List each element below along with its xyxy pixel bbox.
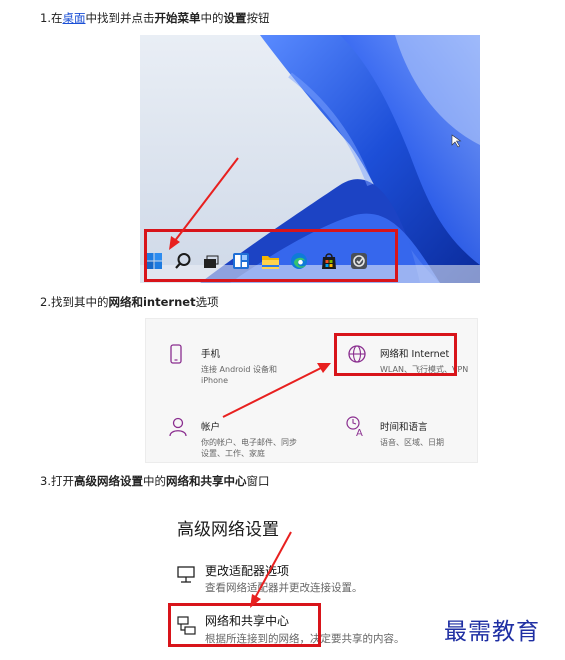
step-3-bold-advanced: 高级网络设置: [73, 474, 143, 488]
step-1-prefix: 1.在: [40, 11, 63, 25]
step-1-mid: 中找到并点击: [85, 11, 155, 25]
pointer-arrow-2: [222, 363, 331, 418]
step-1-bold-settings: 设置: [223, 11, 247, 25]
accounts-sub-1: 你的帐户、电子邮件、同步: [201, 438, 297, 447]
time-title: 时间和语言: [380, 422, 428, 433]
step-1-suffix: 按钮: [246, 11, 270, 25]
step-2-caption: 2.找到其中的网络和internet选项: [40, 294, 219, 310]
step-3-suffix: 窗口: [246, 474, 270, 488]
time-sub-1: 语音、区域、日期: [380, 438, 444, 447]
step-1-caption: 1.在桌面中找到并点击开始菜单中的设置按钮: [40, 10, 269, 26]
pointer-arrow-1: [169, 157, 239, 250]
step-3-bold-sharing-center: 网络和共享中心: [165, 474, 247, 488]
pointer-arrow-3: [250, 531, 292, 608]
step-1-mid2: 中的: [200, 11, 224, 25]
step-3-mid: 中的: [142, 474, 166, 488]
network-highlight-box: [334, 333, 457, 376]
step-3-prefix: 3.打开: [40, 474, 74, 488]
settings-tile-accounts[interactable]: 帐户 你的帐户、电子邮件、同步 设置、工作、家庭: [201, 419, 297, 459]
settings-tile-time-language[interactable]: 时间和语言 语音、区域、日期: [380, 419, 444, 448]
adapter-icon: [177, 566, 195, 583]
desktop-link[interactable]: 桌面: [62, 11, 85, 25]
phone-icon: [170, 344, 182, 364]
step-2-prefix: 2.找到其中的: [40, 295, 109, 309]
user-icon: [169, 417, 187, 437]
svg-text:A: A: [356, 428, 363, 437]
time-language-icon: A: [346, 416, 363, 437]
step-1-bold-start-menu: 开始菜单: [154, 11, 201, 25]
step-2-bold-network: 网络和internet: [108, 295, 196, 309]
step-2-suffix: 选项: [195, 295, 219, 309]
watermark-text: 最需教育: [444, 619, 540, 645]
step-3-caption: 3.打开高级网络设置中的网络和共享中心窗口: [40, 473, 269, 489]
accounts-sub-2: 设置、工作、家庭: [201, 449, 265, 458]
